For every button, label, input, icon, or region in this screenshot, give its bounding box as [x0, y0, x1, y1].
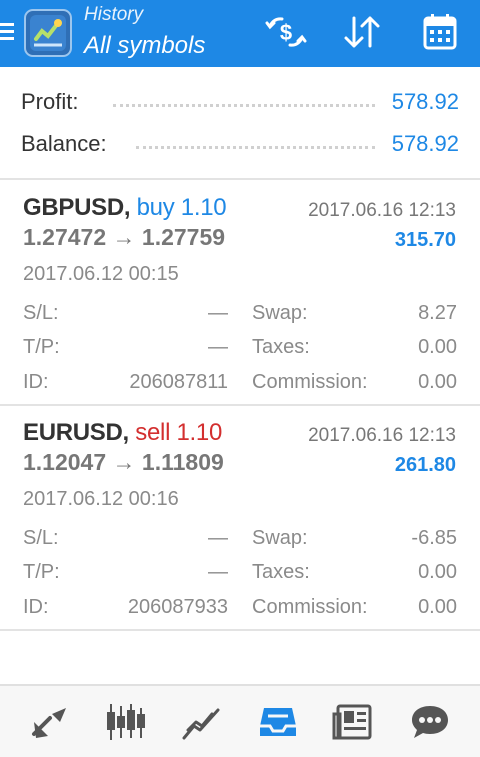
svg-text:$: $	[280, 20, 292, 45]
tp-value: —	[208, 336, 228, 358]
symbol-filter-title[interactable]: All symbols	[84, 32, 205, 60]
deal-item[interactable]: GBPUSD, buy 1.10 2017.06.16 12:13 1.2747…	[0, 180, 480, 404]
swap-value: -6.85	[411, 527, 457, 549]
deal-profit: 315.70	[394, 229, 456, 251]
deal-close-time: 2017.06.16 12:13	[308, 425, 456, 446]
tp-label: T/P:	[23, 561, 60, 583]
commission-label: Commission:	[252, 596, 368, 618]
divider	[0, 629, 480, 631]
trade-icon[interactable]	[180, 702, 224, 742]
leader-dots	[113, 104, 375, 107]
history-icon[interactable]	[256, 702, 300, 742]
bottom-navigation	[0, 684, 480, 757]
id-label: ID:	[23, 371, 49, 393]
balance-label: Balance:	[21, 131, 107, 156]
app-logo-icon[interactable]	[24, 9, 72, 57]
deal-close-price: 1.11809	[141, 449, 224, 475]
taxes-value: 0.00	[418, 336, 457, 358]
deal-close-price: 1.27759	[141, 224, 226, 250]
taxes-label: Taxes:	[252, 336, 310, 358]
app-header: History All symbols $	[0, 0, 480, 67]
id-label: ID:	[23, 596, 49, 618]
deal-symbol: GBPUSD, buy 1.10	[23, 194, 227, 222]
deal-open-price: 1.12047	[23, 449, 107, 475]
commission-value: 0.00	[418, 596, 457, 618]
id-value: 206087811	[129, 371, 228, 393]
chat-icon[interactable]	[408, 702, 452, 742]
swap-label: Swap:	[252, 527, 308, 549]
quotes-icon[interactable]	[28, 702, 72, 742]
deal-symbol-name: GBPUSD,	[23, 194, 131, 221]
deal-prices: 1.27472 → 1.27759	[23, 224, 225, 251]
deal-item[interactable]: EURUSD, sell 1.10 2017.06.16 12:13 1.120…	[0, 405, 480, 629]
deal-open-price: 1.27472	[23, 224, 107, 250]
deal-close-time: 2017.06.16 12:13	[308, 200, 456, 221]
screen-subtitle: History	[84, 4, 144, 25]
news-icon[interactable]	[332, 702, 376, 742]
id-value: 206087933	[127, 596, 228, 618]
calendar-icon[interactable]	[418, 12, 462, 52]
sl-label: S/L:	[23, 527, 59, 549]
deal-side-volume: buy 1.10	[136, 194, 227, 221]
deal-prices: 1.12047 → 1.11809	[23, 449, 224, 476]
sl-value: —	[208, 527, 228, 549]
taxes-value: 0.00	[418, 561, 457, 583]
sl-value: —	[208, 302, 228, 324]
deal-symbol: EURUSD, sell 1.10	[23, 419, 222, 447]
deal-open-time: 2017.06.12 00:16	[23, 488, 179, 510]
leader-dots	[136, 146, 375, 149]
commission-label: Commission:	[252, 371, 368, 393]
deal-symbol-name: EURUSD,	[23, 419, 129, 446]
profit-row: Profit: 578.92	[0, 84, 480, 124]
arrow-right-icon: →	[112, 224, 136, 250]
currency-exchange-icon[interactable]: $	[264, 12, 308, 52]
balance-row: Balance: 578.92	[0, 126, 480, 166]
taxes-label: Taxes:	[252, 561, 310, 583]
arrow-right-icon: →	[112, 449, 136, 475]
balance-value: 578.92	[391, 131, 459, 156]
deal-open-time: 2017.06.12 00:15	[23, 263, 179, 285]
sl-label: S/L:	[23, 302, 59, 324]
commission-value: 0.00	[418, 371, 457, 393]
tp-value: —	[208, 561, 228, 583]
swap-label: Swap:	[252, 302, 308, 324]
deal-side-volume: sell 1.10	[135, 419, 222, 446]
menu-icon[interactable]	[0, 21, 15, 43]
deal-profit: 261.80	[394, 454, 456, 476]
chart-candles-icon[interactable]	[104, 702, 148, 742]
swap-value: 8.27	[418, 302, 457, 324]
tp-label: T/P:	[23, 336, 60, 358]
sort-icon[interactable]	[340, 12, 384, 52]
profit-value: 578.92	[391, 89, 459, 114]
profit-label: Profit:	[21, 89, 79, 114]
